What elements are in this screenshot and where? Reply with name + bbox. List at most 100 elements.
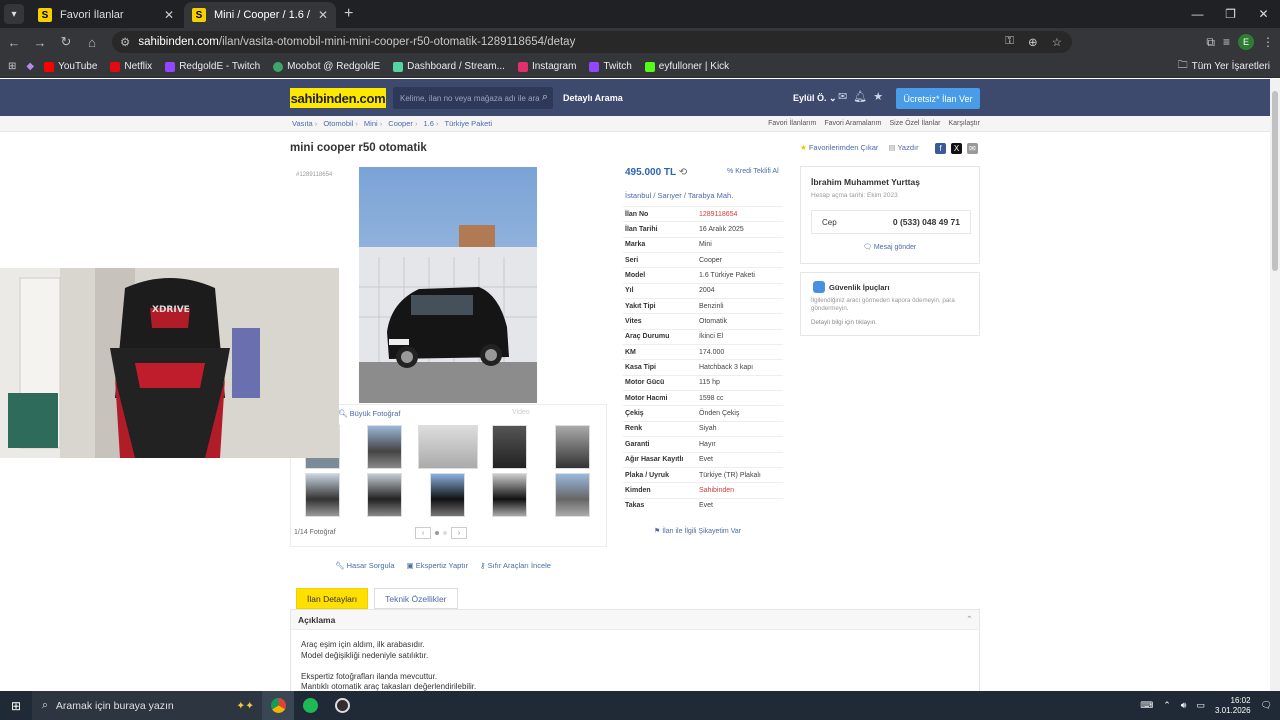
location-district[interactable]: Sarıyer (658, 191, 682, 200)
thumbnail[interactable] (492, 473, 527, 517)
tab-ilan-detaylari[interactable]: İlan Detayları (296, 588, 369, 609)
all-bookmarks[interactable]: 🗀 Tüm Yer İşaretleri (1178, 58, 1270, 75)
apps-grid-icon[interactable]: ⊞ (8, 61, 16, 72)
damage-query-link[interactable]: 🔧︎ Hasar Sorgula (335, 561, 395, 570)
close-tab-icon[interactable]: ✕ (164, 8, 174, 22)
minimize-icon[interactable]: — (1181, 0, 1214, 28)
prev-page-icon[interactable]: ‹ (415, 527, 431, 539)
location-city[interactable]: İstanbul (625, 191, 651, 200)
breadcrumb-item[interactable]: Cooper (388, 119, 417, 128)
thumbnail[interactable] (555, 425, 590, 469)
extensions-icon[interactable]: ⧉ (1206, 35, 1215, 50)
favorite-searches-link[interactable]: Favori Aramalarım (824, 120, 881, 127)
site-search-input[interactable]: Kelime, ilan no veya mağaza adı ile ara … (393, 87, 553, 109)
close-tab-icon[interactable]: ✕ (318, 8, 328, 22)
chrome-taskbar-icon[interactable] (262, 691, 294, 720)
location-neighborhood[interactable]: Tarabya Mah. (688, 191, 733, 200)
video-link[interactable]: Video (512, 409, 530, 416)
thumbnail[interactable] (430, 473, 465, 517)
tray-chevron-up-icon[interactable]: ⌃ (1163, 700, 1171, 711)
thumbnail[interactable] (305, 473, 340, 517)
breadcrumb-item[interactable]: Mini (364, 119, 382, 128)
bookmark-youtube[interactable]: YouTube (44, 61, 97, 72)
send-message-link[interactable]: 🗨︎ Mesaj gönder (863, 243, 916, 251)
collapse-icon[interactable]: ⌃ (966, 614, 973, 625)
spec-value[interactable]: Sahibinden (699, 487, 734, 494)
restore-icon[interactable]: ❐ (1214, 0, 1247, 28)
password-key-icon[interactable]: ⚿ (1005, 35, 1014, 49)
bookmark-dashboard[interactable]: Dashboard / Stream... (393, 61, 505, 72)
breadcrumb-item[interactable]: Türkiye Paketi (445, 119, 493, 128)
bookmark-star-icon[interactable]: ☆ (1052, 35, 1062, 49)
spotify-taskbar-icon[interactable] (294, 691, 326, 720)
bookmark-redgolde-twitch[interactable]: RedgoldE - Twitch (165, 61, 260, 72)
new-cars-link[interactable]: ⚷ Sıfır Araçları İncele (480, 561, 551, 570)
credit-offer-link[interactable]: % Kredi Teklifi Al (727, 168, 779, 175)
network-icon[interactable]: ▭ (1196, 700, 1205, 711)
obs-taskbar-icon[interactable] (326, 691, 358, 720)
special-listings-link[interactable]: Size Özel İlanlar (890, 120, 941, 127)
bookmark-kick[interactable]: eyfulloner | Kick (644, 61, 729, 72)
post-ad-button[interactable]: Ücretsiz* İlan Ver (896, 88, 980, 109)
facebook-icon[interactable]: f (935, 143, 946, 154)
breadcrumb-item[interactable]: Otomobil (323, 119, 358, 128)
safety-more-link[interactable]: Detaylı bilgi için tıklayın. (811, 319, 877, 326)
price-history-icon[interactable]: ⟲ (679, 167, 687, 178)
windows-start-icon[interactable]: ⊞ (0, 699, 32, 713)
tab-favori-ilanlar[interactable]: S Favori İlanlar ✕ (30, 2, 182, 28)
bookmark-instagram[interactable]: Instagram (517, 61, 576, 72)
compare-link[interactable]: Karşılaştır (948, 120, 980, 127)
keyboard-icon[interactable]: ⌨ (1140, 700, 1153, 711)
reading-list-icon[interactable]: ≡ (1223, 35, 1230, 49)
site-info-icon[interactable]: ⚙ (120, 35, 130, 49)
bookmark-extension-icon[interactable]: ◆ (26, 61, 34, 72)
print-link[interactable]: ▤ Yazdır (888, 143, 918, 152)
search-icon[interactable]: ⌕ (542, 91, 548, 104)
detailed-search-link[interactable]: Detaylı Arama (563, 93, 623, 103)
x-twitter-icon[interactable]: X (951, 143, 962, 154)
bell-icon[interactable]: 🔔︎ (853, 90, 867, 103)
new-tab-icon[interactable]: + (344, 5, 353, 23)
favorite-listings-link[interactable]: Favori İlanlarım (768, 120, 816, 127)
pager-dot[interactable] (443, 531, 447, 535)
chrome-menu-icon[interactable]: ⋮ (1262, 35, 1274, 49)
email-share-icon[interactable]: ✉ (967, 143, 978, 154)
back-icon[interactable]: ← (2, 35, 26, 50)
mail-icon[interactable]: ✉ (838, 90, 847, 103)
page-scrollbar[interactable] (1270, 79, 1280, 691)
reload-icon[interactable]: ↻ (54, 34, 78, 50)
url-field[interactable]: ⚙ sahibinden.com/ilan/vasita-otomobil-mi… (112, 31, 1072, 53)
complaint-link[interactable]: ⚑ İlan ile İlgili Şikayetim Var (654, 527, 741, 535)
user-menu[interactable]: Eylül Ö. ⌄ (793, 93, 837, 104)
tab-search-icon[interactable]: ▾ (4, 4, 24, 24)
profile-avatar[interactable]: E (1238, 34, 1254, 50)
site-logo[interactable]: sahibinden.com (290, 88, 386, 108)
pager-dot[interactable] (435, 531, 439, 535)
bookmark-twitch[interactable]: Twitch (589, 61, 632, 72)
favorites-star-icon[interactable]: ★ (873, 90, 883, 103)
notifications-icon[interactable]: 🗨︎ (1261, 700, 1272, 711)
home-icon[interactable]: ⌂ (80, 35, 104, 50)
thumbnail[interactable] (367, 473, 402, 517)
thumbnail[interactable] (418, 425, 478, 469)
spec-value[interactable]: 1289118654 (699, 211, 737, 218)
remove-favorite-link[interactable]: ★ Favorilerimden Çıkar (800, 143, 878, 152)
next-page-icon[interactable]: › (451, 527, 467, 539)
bookmark-moobot[interactable]: Moobot @ RedgoldE (273, 61, 380, 72)
main-car-photo[interactable] (359, 167, 537, 403)
thumbnail[interactable] (367, 425, 402, 469)
thumbnail[interactable] (555, 473, 590, 517)
bookmark-netflix[interactable]: Netflix (110, 61, 152, 72)
close-window-icon[interactable]: ✕ (1247, 0, 1280, 28)
scrollbar-thumb[interactable] (1272, 91, 1278, 271)
taskbar-clock[interactable]: 16:02 3.01.2026 (1215, 696, 1251, 716)
zoom-icon[interactable]: ⊕ (1028, 35, 1038, 49)
volume-icon[interactable]: 🔊︎ (1181, 700, 1187, 711)
taskbar-search[interactable]: ⌕ Aramak için buraya yazın ✦✦ (32, 691, 262, 720)
breadcrumb-item[interactable]: Vasıta (292, 119, 317, 128)
forward-icon[interactable]: → (28, 35, 52, 50)
big-photo-link[interactable]: Büyük Fotoğraf (350, 409, 401, 418)
breadcrumb-item[interactable]: 1.6 (423, 119, 438, 128)
tab-mini-cooper[interactable]: S Mini / Cooper / 1.6 / Türkiye Pa ✕ (184, 2, 336, 28)
thumbnail[interactable] (492, 425, 527, 469)
